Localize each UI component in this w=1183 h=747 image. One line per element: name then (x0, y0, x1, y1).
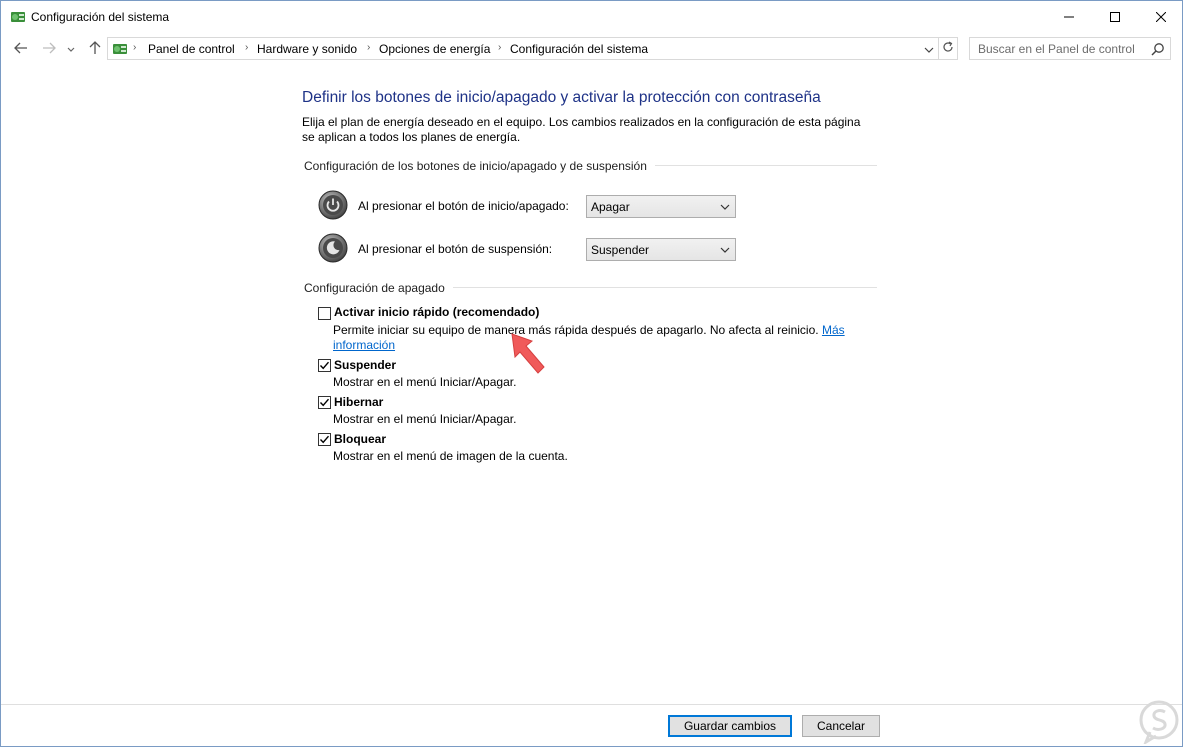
fast-startup-description: Permite iniciar su equipo de manera más … (333, 323, 853, 338)
checkmark-icon (319, 361, 330, 370)
breadcrumb-control-panel[interactable]: Panel de control (148, 42, 235, 56)
checkmark-icon (319, 435, 330, 444)
annotation-arrow-icon (508, 331, 548, 375)
chevron-down-icon (67, 42, 75, 56)
chevron-down-icon (719, 201, 731, 213)
chevron-right-icon[interactable]: › (367, 42, 370, 53)
control-panel-icon (112, 41, 128, 57)
refresh-button[interactable] (939, 37, 958, 60)
title-bar[interactable]: Configuración del sistema (1, 1, 1182, 32)
close-button[interactable] (1138, 1, 1182, 32)
chevron-down-icon (924, 42, 934, 56)
up-arrow-icon (89, 40, 101, 58)
breadcrumb-system-settings[interactable]: Configuración del sistema (510, 42, 648, 56)
recent-locations-button[interactable] (65, 40, 77, 58)
hibernate-description: Mostrar en el menú Iniciar/Apagar. (333, 412, 517, 426)
power-button-icon (318, 190, 348, 220)
shutdown-section-title: Configuración de apagado (304, 281, 453, 295)
system-settings-window: Configuración del sistema › Panel de con… (0, 0, 1183, 747)
refresh-icon (942, 41, 954, 56)
checkmark-icon (319, 398, 330, 407)
navigation-bar: › Panel de control › Hardware y sonido ›… (1, 37, 1182, 61)
search-input[interactable] (970, 38, 1146, 59)
save-changes-button[interactable]: Guardar cambios (668, 715, 792, 737)
window-title: Configuración del sistema (31, 10, 170, 24)
suspend-description: Mostrar en el menú Iniciar/Apagar. (333, 375, 517, 389)
close-icon (1156, 11, 1166, 22)
search-icon[interactable] (1151, 42, 1165, 56)
page-title: Definir los botones de inicio/apagado y … (302, 89, 821, 106)
address-bar[interactable]: › Panel de control › Hardware y sonido ›… (107, 37, 939, 60)
up-button[interactable] (86, 40, 104, 58)
back-button[interactable] (12, 40, 30, 58)
breadcrumb-power-options[interactable]: Opciones de energía (379, 42, 490, 56)
power-button-action-value: Apagar (591, 200, 630, 214)
sleep-button-action-value: Suspender (591, 243, 650, 257)
back-arrow-icon (14, 42, 28, 57)
suspend-label[interactable]: Suspender (334, 358, 396, 372)
maximize-button[interactable] (1092, 1, 1138, 32)
address-dropdown-button[interactable] (922, 41, 936, 57)
fast-startup-label[interactable]: Activar inicio rápido (recomendado) (334, 305, 539, 319)
hibernate-label[interactable]: Hibernar (334, 395, 383, 409)
more-info-link[interactable]: Más (822, 323, 845, 337)
hibernate-checkbox[interactable] (318, 396, 331, 409)
sleep-button-action-select[interactable]: Suspender (586, 238, 736, 261)
maximize-icon (1110, 11, 1120, 22)
breadcrumb-hardware-sound[interactable]: Hardware y sonido (257, 42, 357, 56)
lock-description: Mostrar en el menú de imagen de la cuent… (333, 449, 568, 463)
chevron-right-icon: › (133, 42, 137, 53)
suspend-checkbox[interactable] (318, 359, 331, 372)
page-description: Elija el plan de energía deseado en el e… (302, 115, 861, 144)
forward-button[interactable] (40, 40, 58, 58)
minimize-button[interactable] (1046, 1, 1092, 32)
fast-startup-checkbox[interactable] (318, 307, 331, 320)
more-info-link-continued[interactable]: información (333, 338, 395, 353)
forward-arrow-icon (42, 42, 56, 57)
power-button-action-select[interactable]: Apagar (586, 195, 736, 218)
sleep-button-label: Al presionar el botón de suspensión: (358, 242, 553, 256)
buttons-section-title: Configuración de los botones de inicio/a… (304, 159, 655, 173)
chevron-right-icon[interactable]: › (245, 42, 248, 53)
lock-checkbox[interactable] (318, 433, 331, 446)
footer-bar: Guardar cambios Cancelar (1, 704, 1182, 746)
watermark-logo (1138, 700, 1180, 746)
control-panel-icon (10, 9, 26, 25)
chevron-right-icon[interactable]: › (498, 42, 501, 53)
chevron-down-icon (719, 244, 731, 256)
lock-label[interactable]: Bloquear (334, 432, 386, 446)
power-button-label: Al presionar el botón de inicio/apagado: (358, 199, 569, 213)
cancel-button[interactable]: Cancelar (802, 715, 880, 737)
minimize-icon (1064, 12, 1074, 22)
search-box[interactable] (969, 37, 1171, 60)
fast-startup-description-text: Permite iniciar su equipo de manera más … (333, 323, 819, 337)
sleep-button-icon (318, 233, 348, 263)
